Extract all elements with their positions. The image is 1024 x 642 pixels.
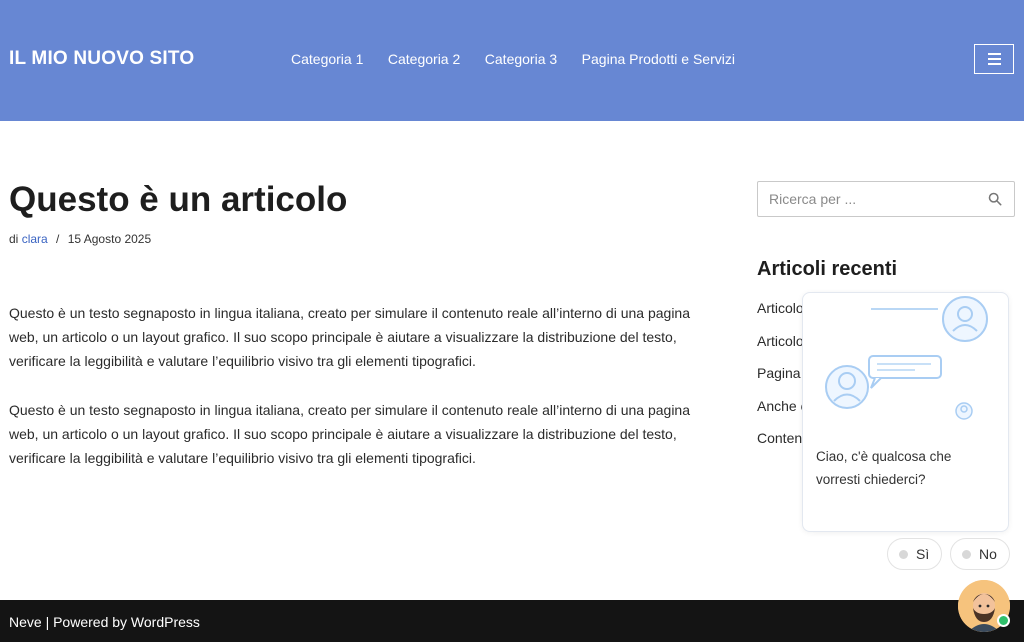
chat-widget-card: Ciao, c'è qualcosa che vorresti chiederc… <box>802 292 1009 532</box>
author-link[interactable]: clara <box>22 232 48 246</box>
post-meta: di clara / 15 Agosto 2025 <box>9 232 151 246</box>
menu-toggle-button[interactable] <box>974 44 1014 74</box>
nav-item-categoria-2[interactable]: Categoria 2 <box>388 51 460 67</box>
chat-illustration-icon <box>825 296 988 420</box>
recent-posts-title: Articoli recenti <box>757 258 898 280</box>
post-date: 15 Agosto 2025 <box>67 232 152 246</box>
nav-item-categoria-3[interactable]: Categoria 3 <box>485 51 557 67</box>
reply-yes-label: Sì <box>916 546 930 562</box>
meta-prefix: di <box>9 232 19 246</box>
nav-item-prodotti-servizi[interactable]: Pagina Prodotti e Servizi <box>582 51 735 67</box>
meta-separator: / <box>56 232 60 246</box>
footer-credits[interactable]: Neve | Powered by WordPress <box>9 614 200 630</box>
nav-item-categoria-1[interactable]: Categoria 1 <box>291 51 363 67</box>
post-paragraph: Questo è un testo segnaposto in lingua i… <box>9 305 690 369</box>
site-title[interactable]: IL MIO NUOVO SITO <box>9 48 194 70</box>
reply-no-button[interactable]: No <box>950 538 1010 570</box>
site-header: IL MIO NUOVO SITO Categoria 1 Categoria … <box>0 0 1024 121</box>
radio-dot-icon <box>899 549 908 559</box>
post-title: Questo è un articolo <box>9 180 348 219</box>
chat-message: Ciao, c'è qualcosa che vorresti chiederc… <box>816 449 952 487</box>
main-nav: Categoria 1 Categoria 2 Categoria 3 Pagi… <box>291 51 759 67</box>
search-form <box>757 181 1015 217</box>
radio-dot-icon <box>962 549 971 559</box>
site-footer: Neve | Powered by WordPress <box>0 600 1024 642</box>
search-icon[interactable] <box>988 192 1002 206</box>
hamburger-icon <box>987 53 1001 55</box>
online-status-indicator <box>997 614 1010 627</box>
search-input[interactable] <box>758 182 978 216</box>
reply-yes-button[interactable]: Sì <box>887 538 942 570</box>
reply-no-label: No <box>979 546 997 562</box>
post-paragraph: Questo è un testo segnaposto in lingua i… <box>9 402 690 466</box>
